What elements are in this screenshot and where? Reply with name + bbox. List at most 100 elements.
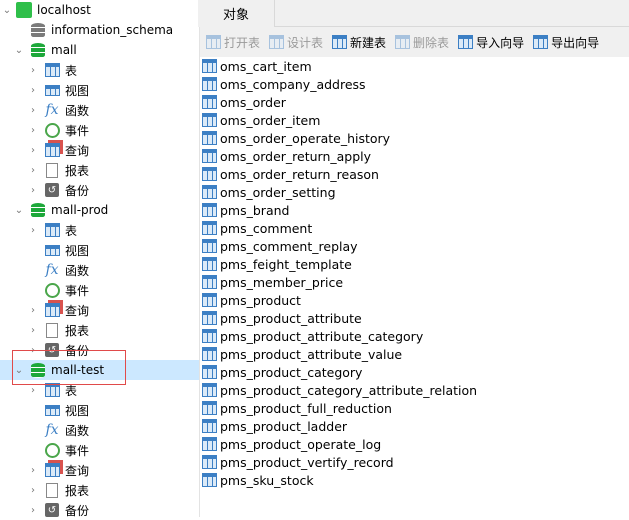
chevron-right-icon[interactable]: › bbox=[28, 65, 38, 76]
new-table-label: 新建表 bbox=[350, 35, 387, 50]
tree-db-mall[interactable]: ⌄ mall bbox=[0, 40, 199, 60]
connection-tree[interactable]: ⌄ localhost information_schema ⌄ mall › 表 › 视图 › f… bbox=[0, 0, 200, 520]
tree-item-report[interactable]: › 报表 bbox=[0, 160, 199, 180]
table-list-item[interactable]: pms_feight_template bbox=[200, 255, 629, 273]
table-name: oms_order_setting bbox=[220, 184, 336, 200]
table-list-item[interactable]: oms_order_return_reason bbox=[200, 165, 629, 183]
tree-label: 报表 bbox=[65, 163, 90, 178]
tree-item-report[interactable]: › 报表 bbox=[0, 480, 199, 500]
table-list-item[interactable]: oms_order_setting bbox=[200, 183, 629, 201]
event-clock-icon bbox=[44, 282, 60, 298]
tree-item-view[interactable]: › 视图 bbox=[0, 80, 199, 100]
delete-table-button[interactable]: 删除表 bbox=[394, 34, 449, 51]
object-pane: 对象 打开表 设计表 新建表 删除表 导入向导 导出向导 oms_cart_it… bbox=[198, 0, 629, 517]
table-icon bbox=[202, 329, 217, 343]
table-icon bbox=[202, 347, 217, 361]
table-list-item[interactable]: oms_cart_item bbox=[200, 57, 629, 75]
chevron-right-icon[interactable]: › bbox=[28, 105, 38, 116]
table-list-item[interactable]: oms_order_operate_history bbox=[200, 129, 629, 147]
tree-item-query[interactable]: › 查询 bbox=[0, 460, 199, 480]
table-name: pms_feight_template bbox=[220, 256, 352, 272]
chevron-right-icon[interactable]: › bbox=[28, 225, 38, 236]
open-table-button[interactable]: 打开表 bbox=[205, 34, 260, 51]
tree-item-function[interactable]: fx 函数 bbox=[0, 420, 199, 440]
tree-item-function[interactable]: › fx 函数 bbox=[0, 100, 199, 120]
new-table-button[interactable]: 新建表 bbox=[331, 34, 386, 51]
tree-server-localhost[interactable]: ⌄ localhost bbox=[0, 0, 199, 20]
chevron-right-icon[interactable]: › bbox=[28, 165, 38, 176]
table-icon bbox=[202, 275, 217, 289]
tree-item-table[interactable]: › 表 bbox=[0, 220, 199, 240]
chevron-down-icon[interactable]: ⌄ bbox=[14, 205, 24, 216]
table-name: oms_order_item bbox=[220, 112, 321, 128]
table-list-item[interactable]: pms_product_operate_log bbox=[200, 435, 629, 453]
function-icon: fx bbox=[45, 102, 59, 118]
tree-item-event-clock[interactable]: 事件 bbox=[0, 440, 199, 460]
table-icon bbox=[202, 401, 217, 415]
table-list-item[interactable]: pms_sku_stock bbox=[200, 471, 629, 489]
tree-item-backup[interactable]: › ↺ 备份 bbox=[0, 180, 199, 200]
tree-item-report[interactable]: › 报表 bbox=[0, 320, 199, 340]
tab-objects[interactable]: 对象 bbox=[198, 0, 275, 27]
table-icon bbox=[202, 455, 217, 469]
table-list-item[interactable]: oms_order_item bbox=[200, 111, 629, 129]
chevron-right-icon[interactable]: › bbox=[28, 465, 38, 476]
database-icon bbox=[30, 42, 46, 58]
table-list-item[interactable]: pms_product_attribute_category bbox=[200, 327, 629, 345]
tree-label: 视图 bbox=[65, 403, 90, 418]
table-list-item[interactable]: pms_member_price bbox=[200, 273, 629, 291]
chevron-right-icon[interactable]: › bbox=[28, 85, 38, 96]
tree-item-event-clock[interactable]: 事件 bbox=[0, 280, 199, 300]
table-icon bbox=[202, 113, 217, 127]
tree-item-view[interactable]: 视图 bbox=[0, 400, 199, 420]
export-wizard-button[interactable]: 导出向导 bbox=[532, 34, 599, 51]
new-table-icon bbox=[331, 34, 347, 50]
tree-item-query[interactable]: › 查询 bbox=[0, 140, 199, 160]
table-name: pms_product_full_reduction bbox=[220, 400, 392, 416]
design-table-icon bbox=[268, 34, 284, 50]
tree-db-mall-prod[interactable]: ⌄ mall-prod bbox=[0, 200, 199, 220]
chevron-right-icon[interactable]: › bbox=[28, 505, 38, 516]
table-list-item[interactable]: pms_brand bbox=[200, 201, 629, 219]
table-list-item[interactable]: pms_product_ladder bbox=[200, 417, 629, 435]
chevron-right-icon[interactable]: › bbox=[28, 185, 38, 196]
table-list-item[interactable]: oms_order_return_apply bbox=[200, 147, 629, 165]
design-table-button[interactable]: 设计表 bbox=[268, 34, 323, 51]
table-list-item[interactable]: pms_product bbox=[200, 291, 629, 309]
table-list-item[interactable]: pms_comment_replay bbox=[200, 237, 629, 255]
import-wizard-label: 导入向导 bbox=[476, 35, 525, 50]
chevron-right-icon[interactable]: › bbox=[28, 325, 38, 336]
open-table-label: 打开表 bbox=[224, 35, 261, 50]
table-list-item[interactable]: pms_product_vertify_record bbox=[200, 453, 629, 471]
table-list-item[interactable]: pms_product_attribute bbox=[200, 309, 629, 327]
chevron-right-icon[interactable]: › bbox=[28, 145, 38, 156]
chevron-down-icon[interactable]: ⌄ bbox=[2, 5, 12, 16]
chevron-right-icon[interactable]: › bbox=[28, 125, 38, 136]
import-wizard-button[interactable]: 导入向导 bbox=[457, 34, 524, 51]
tree-item-table[interactable]: › 表 bbox=[0, 60, 199, 80]
chevron-down-icon[interactable]: ⌄ bbox=[14, 45, 24, 56]
tree-label: 函数 bbox=[65, 423, 90, 438]
tree-item-view[interactable]: 视图 bbox=[0, 240, 199, 260]
table-list-item[interactable]: oms_company_address bbox=[200, 75, 629, 93]
table-list-item[interactable]: pms_comment bbox=[200, 219, 629, 237]
event-clock-icon bbox=[44, 442, 60, 458]
query-icon bbox=[44, 142, 60, 158]
chevron-right-icon[interactable]: › bbox=[28, 385, 38, 396]
tree-item-backup[interactable]: › ↺ 备份 bbox=[0, 500, 199, 520]
chevron-right-icon[interactable]: › bbox=[28, 485, 38, 496]
tree-item-query[interactable]: › 查询 bbox=[0, 300, 199, 320]
table-list-item[interactable]: oms_order bbox=[200, 93, 629, 111]
tree-item-function[interactable]: fx 函数 bbox=[0, 260, 199, 280]
table-name: pms_member_price bbox=[220, 274, 344, 290]
table-list-item[interactable]: pms_product_full_reduction bbox=[200, 399, 629, 417]
tree-db-information_schema[interactable]: information_schema bbox=[0, 20, 199, 40]
table-list-item[interactable]: pms_product_category bbox=[200, 363, 629, 381]
chevron-right-icon[interactable]: › bbox=[28, 305, 38, 316]
function-icon: fx bbox=[45, 422, 59, 438]
tree-item-event-clock[interactable]: › 事件 bbox=[0, 120, 199, 140]
table-list-item[interactable]: pms_product_attribute_value bbox=[200, 345, 629, 363]
table-list-item[interactable]: pms_product_category_attribute_relation bbox=[200, 381, 629, 399]
table-name: pms_product_vertify_record bbox=[220, 454, 394, 470]
tree-label: 查询 bbox=[65, 463, 90, 478]
